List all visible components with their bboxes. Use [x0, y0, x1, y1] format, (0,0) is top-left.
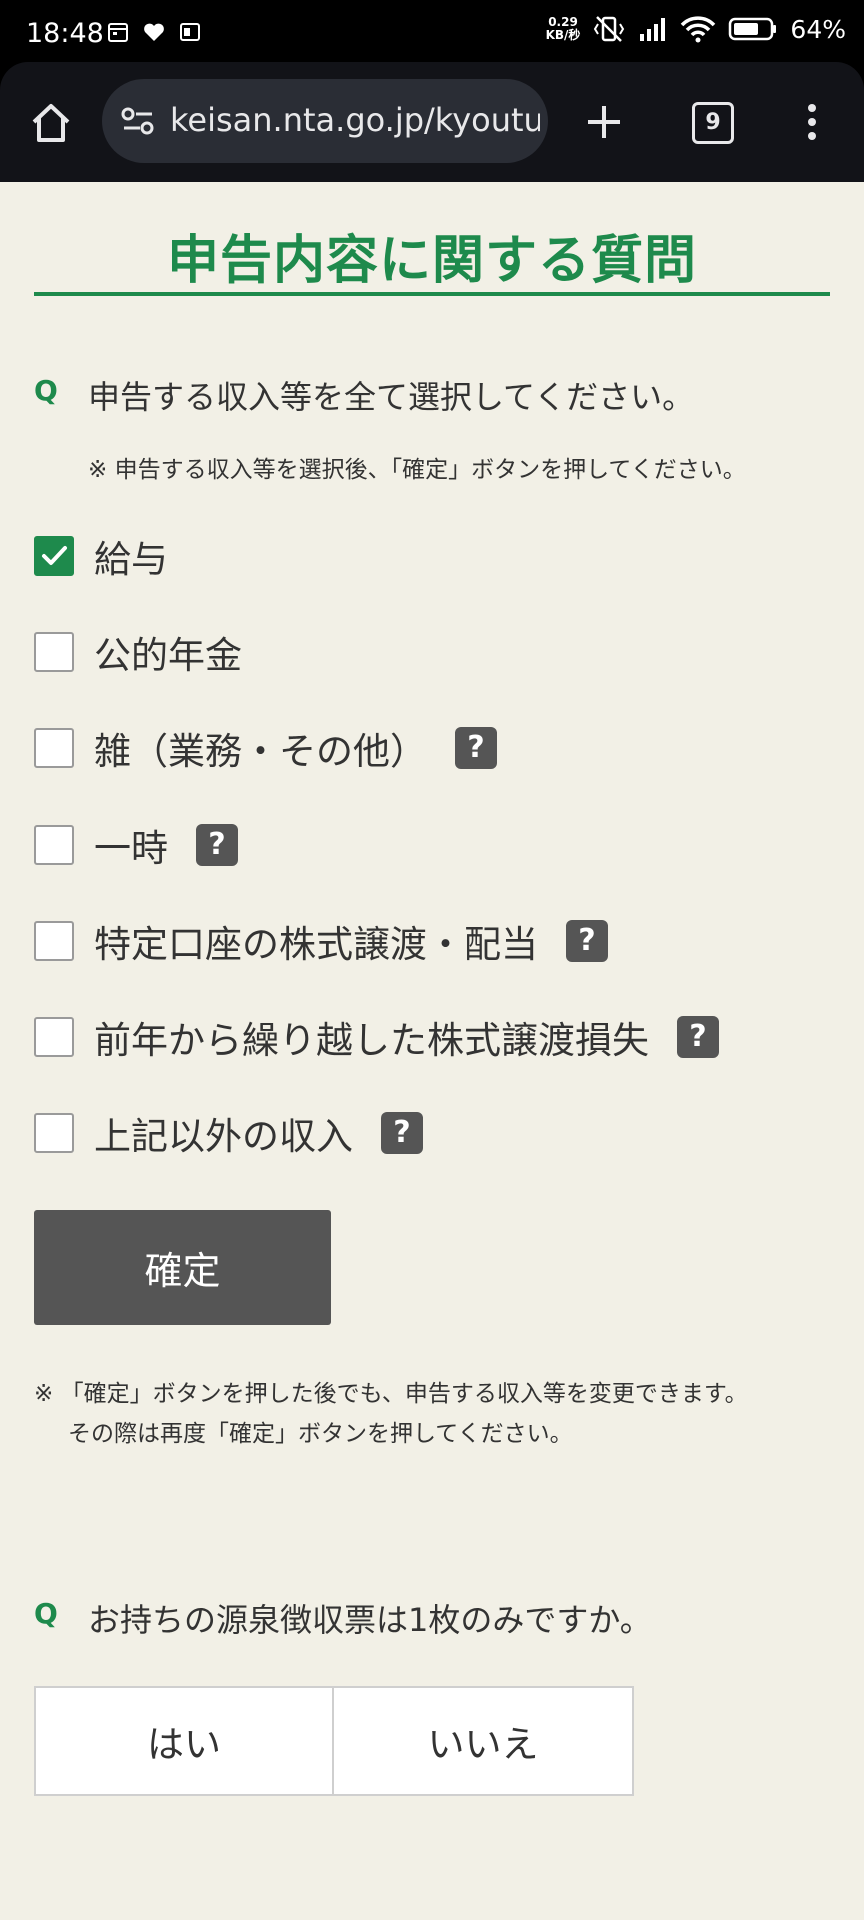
heart-icon: [144, 23, 164, 41]
question-2-text: お持ちの源泉徴収票は1枚のみですか。: [88, 1601, 652, 1639]
no-button[interactable]: いいえ: [334, 1686, 634, 1796]
url-text: keisan.nta.go.jp/kyoutu/: [170, 101, 540, 139]
home-icon[interactable]: [26, 98, 76, 148]
more-menu-icon[interactable]: [800, 98, 824, 146]
site-settings-icon[interactable]: [120, 103, 156, 139]
help-icon[interactable]: ?: [677, 1016, 719, 1058]
page-title: 申告内容に関する質問: [166, 231, 697, 291]
option-stock-account[interactable]: 特定口座の株式譲渡・配当 ?: [34, 919, 608, 966]
yes-button[interactable]: はい: [34, 1686, 334, 1796]
checkbox-occasional[interactable]: [34, 825, 74, 865]
vibrate-off-icon: [594, 16, 625, 42]
title-divider: [34, 292, 830, 296]
checkbox-salary[interactable]: [34, 536, 74, 576]
help-icon[interactable]: ?: [455, 727, 497, 769]
calendar-icon: [108, 23, 128, 42]
notification-app-icon: [180, 23, 200, 41]
help-icon[interactable]: ?: [196, 824, 238, 866]
battery-percent: 64%: [790, 14, 846, 44]
signal-icon: [640, 18, 666, 41]
option-other-income[interactable]: 上記以外の収入 ?: [34, 1111, 423, 1158]
checkbox-carried-loss[interactable]: [34, 1017, 74, 1057]
checkbox-stock-account[interactable]: [34, 921, 74, 961]
wifi-icon: [681, 16, 716, 43]
checkbox-public-pension[interactable]: [34, 632, 74, 672]
checkmark-icon: [42, 546, 67, 565]
option-label: 雑（業務・その他）: [94, 730, 427, 773]
status-time: 18:48: [26, 18, 104, 49]
checkbox-other-income[interactable]: [34, 1113, 74, 1153]
yes-no-group: はい いいえ: [34, 1686, 634, 1796]
option-miscellaneous[interactable]: 雑（業務・その他） ?: [34, 726, 497, 773]
option-salary[interactable]: 給与: [34, 534, 168, 581]
question-mark-label: Q: [34, 1597, 58, 1630]
option-label: 特定口座の株式譲渡・配当: [94, 923, 538, 966]
help-icon[interactable]: ?: [566, 920, 608, 962]
status-bar: 18:48 0.29 KB/秒 64%: [0, 0, 864, 62]
option-carried-loss[interactable]: 前年から繰り越した株式譲渡損失 ?: [34, 1015, 719, 1062]
checkbox-miscellaneous[interactable]: [34, 728, 74, 768]
option-occasional[interactable]: 一時 ?: [34, 823, 238, 870]
confirm-footnote: ※ 「確定」ボタンを押した後でも、申告する収入等を変更できます。 その際は再度「…: [34, 1381, 748, 1447]
question-1-note: ※ 申告する収入等を選択後、「確定」ボタンを押してください。: [88, 457, 746, 483]
confirm-button[interactable]: 確定: [34, 1210, 331, 1325]
option-label: 前年から繰り越した株式譲渡損失: [94, 1019, 649, 1062]
question-1-text: 申告する収入等を全て選択してください。: [88, 378, 695, 416]
option-label: 給与: [94, 538, 168, 581]
option-label: 上記以外の収入: [94, 1115, 353, 1158]
tab-switcher-button[interactable]: 9: [692, 102, 734, 144]
help-icon[interactable]: ?: [381, 1112, 423, 1154]
question-mark-label: Q: [34, 374, 58, 407]
option-public-pension[interactable]: 公的年金: [34, 630, 242, 677]
network-speed: 0.29 KB/秒: [545, 15, 581, 42]
option-label: 公的年金: [94, 634, 242, 677]
address-bar[interactable]: keisan.nta.go.jp/kyoutu/: [102, 79, 548, 163]
new-tab-icon[interactable]: [580, 98, 628, 146]
battery-icon: [729, 17, 777, 41]
option-label: 一時: [94, 827, 168, 870]
browser-toolbar: keisan.nta.go.jp/kyoutu/ 9: [0, 62, 864, 182]
